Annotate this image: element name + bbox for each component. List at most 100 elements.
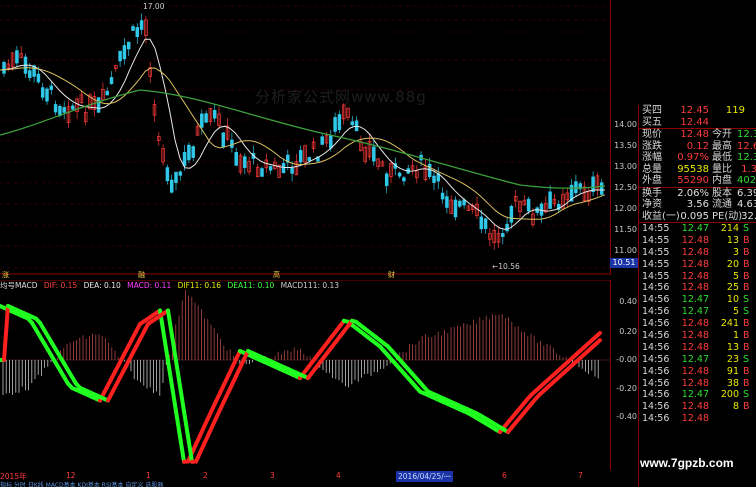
- candle-body: [131, 26, 135, 31]
- candle-body: [96, 97, 101, 113]
- candle-body: [49, 85, 54, 91]
- candle-body: [548, 191, 552, 209]
- tick-price: 12.48: [681, 341, 709, 353]
- tick-row: 14:56 12.48 8 B: [639, 401, 756, 413]
- tick-volume: 20: [726, 258, 739, 270]
- tick-row: 14:56 12.48 241 B: [639, 318, 756, 330]
- stat-value: 3.56: [686, 199, 709, 210]
- tick-side: B: [743, 365, 750, 377]
- stat-value: 12.48: [680, 129, 709, 140]
- date-tick: 3: [270, 471, 275, 480]
- event-tag-high[interactable]: 高: [273, 270, 280, 280]
- tick-price: 12.48: [681, 282, 709, 294]
- stat-value: 12.3: [737, 152, 756, 163]
- stat-label: 净资: [642, 199, 662, 210]
- tick-side: S: [743, 223, 750, 234]
- event-tag-rise[interactable]: 涨: [2, 270, 9, 280]
- current-price-box: 10.51: [610, 258, 638, 268]
- tick-side: B: [743, 377, 750, 389]
- candle-body: [53, 104, 58, 113]
- legend-dea: DEA: 0.10: [83, 281, 121, 290]
- tick-time: 14:55: [642, 258, 670, 270]
- candle-body: [174, 171, 178, 183]
- candle-body: [109, 77, 114, 85]
- tick-price: 12.48: [681, 365, 709, 377]
- candle-body: [526, 198, 531, 212]
- price-chart[interactable]: [0, 0, 610, 275]
- tick-price: 12.48: [681, 413, 709, 425]
- candle-body: [139, 20, 144, 30]
- candle-body: [599, 182, 604, 195]
- stat-value: 0.97%: [677, 152, 709, 163]
- tick-time: 14:56: [642, 389, 670, 401]
- candle-body: [204, 113, 208, 123]
- candle-body: [212, 109, 217, 119]
- min-price-label: ←10.56: [492, 262, 520, 271]
- candle-body: [432, 175, 436, 183]
- event-tag-finance[interactable]: 财: [388, 270, 395, 280]
- tick-side: S: [743, 306, 750, 318]
- tick-side: B: [743, 282, 750, 294]
- stat-label: 现价: [642, 129, 662, 140]
- price-axis: 14.00 13.50 13.00 12.50 12.00 11.50 11.0…: [610, 0, 639, 275]
- quote-stat-row: 总量 95538 量比 1.3: [639, 164, 756, 176]
- tick-volume: 25: [726, 282, 739, 294]
- dif-band: [594, 331, 602, 339]
- tick-price: 12.48: [681, 246, 709, 258]
- macd-chart[interactable]: [0, 280, 610, 470]
- candle-body: [483, 218, 488, 229]
- bid4-label: 买四: [642, 105, 662, 116]
- tick-volume: 3: [732, 246, 739, 258]
- tick-time: 14:56: [642, 413, 670, 425]
- candle-body: [350, 121, 355, 126]
- candle-body: [281, 162, 286, 174]
- stat-label: 涨幅: [642, 152, 662, 163]
- stat-value: 12.6: [737, 140, 756, 152]
- legend-macd: MACD: 0.11: [127, 281, 172, 290]
- bid5-label: 买五: [642, 116, 662, 128]
- macd-tick: -0.00: [616, 355, 637, 364]
- bid5-price: 12.44: [680, 116, 709, 128]
- tick-price: 12.47: [681, 389, 709, 401]
- chart-area[interactable]: [0, 0, 610, 487]
- tick-row: 14:56 12.47 23 S: [639, 354, 756, 366]
- dif-band: [166, 358, 174, 389]
- quote-row-bid5: 买五 12.44: [639, 117, 756, 129]
- candle-body: [307, 157, 312, 162]
- stat-value: 4024: [737, 175, 756, 186]
- price-tick: 11.00: [614, 246, 637, 255]
- tick-time: 14:56: [642, 282, 670, 294]
- event-tag-margin[interactable]: 融: [138, 270, 145, 280]
- tick-volume: 10: [726, 294, 739, 306]
- tick-row: 14:55 12.48 13 B: [639, 235, 756, 247]
- candle-body: [58, 105, 62, 116]
- tick-row: 14:55 12.47 214 S: [639, 223, 756, 235]
- candle-body: [178, 171, 183, 176]
- tick-volume: 1: [732, 330, 739, 342]
- status-bar[interactable]: 指标 分时 日K线 MACD基本 KDJ基本 RSI基本 自定义 选股器: [0, 480, 610, 487]
- date-tick: 1: [146, 471, 151, 480]
- dea-band: [182, 409, 190, 439]
- candle-body: [45, 88, 49, 102]
- candle-body: [268, 166, 273, 171]
- stat-value: 0.095: [680, 210, 709, 222]
- date-tick: 4: [336, 471, 341, 480]
- tick-row: 14:55 12.48 5 B: [639, 271, 756, 283]
- stat-value: 6.39: [737, 187, 756, 199]
- candle-body: [191, 146, 195, 158]
- tick-time: 14:56: [642, 353, 670, 365]
- candle-body: [290, 167, 294, 174]
- tick-row: 14:56 12.47 200 S: [639, 389, 756, 401]
- stat-label: 外盘: [642, 175, 662, 186]
- quote-panel: 买四 12.45 119 买五 12.44 现价12.48今开12.3涨跌0.1…: [638, 105, 756, 487]
- price-tick: 13.50: [614, 141, 637, 150]
- candle-body: [329, 135, 333, 149]
- stat-label: 今开: [712, 129, 732, 140]
- candle-body: [105, 90, 109, 96]
- tick-price: 12.47: [681, 294, 709, 306]
- candle-body: [298, 150, 303, 163]
- tick-side: B: [743, 341, 750, 353]
- candle-body: [182, 152, 187, 167]
- tick-volume: 5: [732, 306, 739, 318]
- tick-row: 14:56 12.48 1 B: [639, 330, 756, 342]
